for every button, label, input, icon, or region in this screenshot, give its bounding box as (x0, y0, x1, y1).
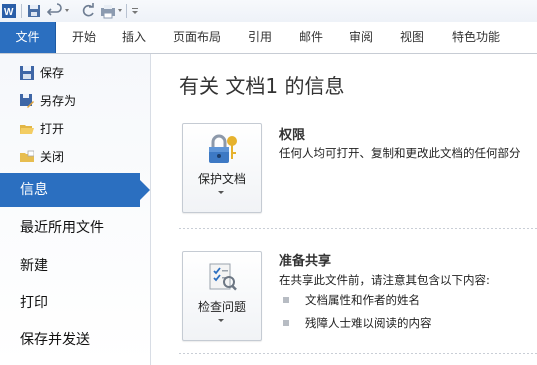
page-title: 有关 文档1 的信息 (179, 74, 345, 98)
tab-mailings[interactable]: 邮件 (299, 22, 323, 53)
customize-toolbar-arrow-icon (132, 11, 138, 14)
chevron-down-icon (218, 191, 224, 194)
nav-label: 打印 (20, 295, 48, 311)
command-label: 打开 (40, 122, 65, 136)
lock-key-icon (209, 134, 237, 163)
nav-print[interactable]: 打印 (0, 286, 150, 320)
check-for-issues-button[interactable]: 检查问题 (182, 251, 262, 341)
nav-label: 信息 (20, 182, 48, 198)
nav-label: 新建 (20, 258, 48, 274)
backstage-sidebar: 保存 另存为 打开 关闭 信息 最近所用文件 新建 打印 保存并发送 (0, 54, 151, 365)
checklist-icon (209, 263, 237, 291)
nav-label: 最近所用文件 (20, 220, 104, 236)
command-label: 关闭 (40, 150, 65, 164)
toolbar-divider (126, 4, 127, 18)
save-as-icon (20, 94, 34, 108)
open-folder-icon (20, 125, 34, 134)
customize-toolbar-icon[interactable] (132, 8, 138, 9)
tab-insert[interactable]: 插入 (122, 22, 146, 53)
nav-save-and-send[interactable]: 保存并发送 (0, 323, 150, 357)
toolbar-divider (21, 4, 22, 18)
tab-review[interactable]: 审阅 (349, 22, 373, 53)
nav-new[interactable]: 新建 (0, 249, 150, 283)
prepare-sharing-heading: 准备共享 (279, 254, 332, 269)
word-logo-icon[interactable]: W (2, 3, 16, 19)
section-divider (179, 228, 537, 229)
list-item-text: 残障人士难以阅读的内容 (305, 316, 432, 330)
prepare-sharing-text: 在共享此文件前，请注意其包含以下内容: (279, 273, 490, 287)
protect-document-button[interactable]: 保护文档 (182, 123, 262, 213)
tab-page-layout[interactable]: 页面布局 (173, 22, 221, 53)
command-label: 另存为 (40, 94, 77, 108)
tab-references[interactable]: 引用 (248, 22, 272, 53)
permissions-text: 任何人均可打开、复制和更改此文档的任何部分 (279, 146, 521, 160)
bullet-icon (283, 320, 289, 326)
undo-icon[interactable] (47, 3, 63, 19)
quick-access-toolbar: W (0, 0, 537, 22)
info-panel: 有关 文档1 的信息 保护文档 权限 任何人均可打开、复制和更改此文档的任何部分… (151, 54, 537, 365)
ribbon-tab-row: 文件 开始 插入 页面布局 引用 邮件 审阅 视图 特色功能 (0, 22, 537, 54)
chevron-down-icon (218, 319, 224, 322)
save-icon[interactable] (27, 3, 41, 19)
undo-dropdown-icon[interactable] (65, 9, 69, 12)
permissions-heading: 权限 (279, 128, 306, 143)
button-label: 检查问题 (197, 300, 246, 314)
redo-icon[interactable] (80, 3, 96, 19)
command-label: 保存 (40, 66, 65, 80)
print-preview-icon[interactable] (100, 3, 116, 19)
tab-file[interactable]: 文件 (0, 22, 56, 53)
list-item-text: 文档属性和作者的姓名 (305, 293, 420, 307)
bullet-icon (283, 297, 289, 303)
print-dropdown-icon[interactable] (118, 9, 122, 12)
save-icon (20, 66, 34, 80)
tab-home[interactable]: 开始 (72, 22, 96, 53)
close-folder-icon (20, 150, 34, 162)
section-divider (179, 353, 537, 354)
tab-special-features[interactable]: 特色功能 (452, 22, 500, 53)
tab-view[interactable]: 视图 (400, 22, 424, 53)
nav-info[interactable]: 信息 (0, 173, 150, 207)
nav-label: 保存并发送 (20, 332, 90, 348)
svg-text:W: W (4, 7, 14, 18)
nav-recent-files[interactable]: 最近所用文件 (0, 211, 150, 245)
button-label: 保护文档 (197, 172, 246, 186)
